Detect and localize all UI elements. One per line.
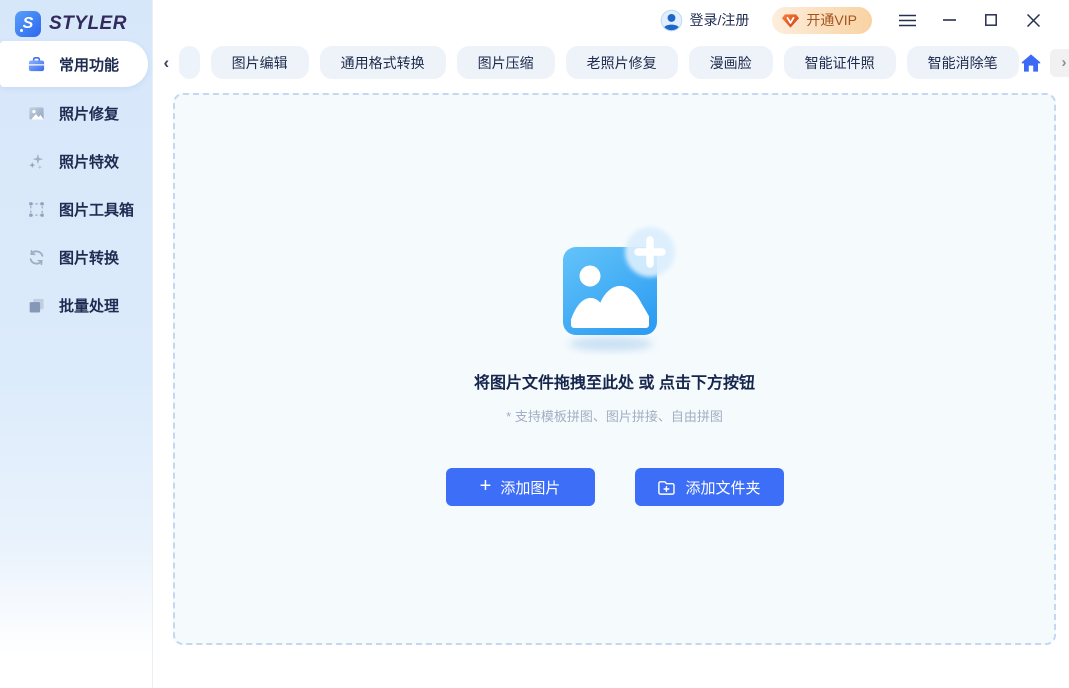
sidebar-item-image-convert[interactable]: 图片转换	[0, 233, 152, 281]
close-button[interactable]	[1012, 5, 1054, 35]
titlebar: 登录/注册 开通VIP	[153, 0, 1069, 40]
add-image-button[interactable]: + 添加图片	[446, 468, 595, 506]
feature-tabbar: ‹ 图片编辑 通用格式转换 图片压缩 老照片修复 漫画脸 智能证件照 智能消除笔…	[153, 40, 1069, 85]
app-logo: S STYLER	[0, 0, 152, 38]
tab-image-compress[interactable]: 图片压缩	[457, 46, 555, 79]
sidebar-item-label: 常用功能	[59, 54, 119, 75]
dropzone-buttons: + 添加图片 添加文件夹	[446, 468, 784, 506]
chevron-left-icon: ‹	[163, 53, 169, 73]
menu-button[interactable]	[886, 5, 928, 35]
content-area: 将图片文件拖拽至此处 或 点击下方按钮 * 支持模板拼图、图片拼接、自由拼图 +…	[153, 85, 1069, 688]
login-register[interactable]: 登录/注册	[660, 9, 750, 32]
add-folder-label: 添加文件夹	[685, 477, 760, 498]
minimize-button[interactable]	[928, 5, 970, 35]
batch-process-icon	[27, 296, 46, 315]
briefcase-icon	[27, 55, 46, 74]
tab-format-convert[interactable]: 通用格式转换	[320, 46, 446, 79]
sidebar-item-photo-repair[interactable]: 照片修复	[0, 89, 152, 137]
image-dropzone[interactable]: 将图片文件拖拽至此处 或 点击下方按钮 * 支持模板拼图、图片拼接、自由拼图 +…	[173, 93, 1056, 645]
plus-icon: +	[480, 476, 492, 496]
home-button[interactable]	[1019, 48, 1043, 78]
tab-id-photo[interactable]: 智能证件照	[784, 46, 896, 79]
sidebar-item-photo-effects[interactable]: 照片特效	[0, 137, 152, 185]
add-image-label: 添加图片	[500, 477, 560, 498]
image-toolbox-icon	[27, 200, 46, 219]
sidebar-item-label: 照片修复	[59, 103, 119, 124]
tabs-scroll-left-button[interactable]: ‹	[159, 51, 174, 75]
add-image-illustration-icon	[549, 223, 681, 355]
sidebar-nav: 常用功能 照片修复	[0, 41, 152, 329]
open-vip-button[interactable]: 开通VIP	[772, 7, 872, 34]
tab-old-photo-repair[interactable]: 老照片修复	[566, 46, 678, 79]
sidebar-item-label: 图片转换	[59, 247, 119, 268]
login-label: 登录/注册	[690, 10, 750, 30]
sidebar-item-image-toolbox[interactable]: 图片工具箱	[0, 185, 152, 233]
vip-gem-icon	[781, 11, 800, 30]
close-icon	[1027, 14, 1040, 27]
maximize-icon	[985, 14, 997, 26]
tab-partial-clipped[interactable]	[179, 46, 200, 79]
window-controls	[886, 5, 1054, 35]
sidebar-item-common-functions[interactable]: 常用功能	[0, 41, 148, 87]
logo-icon: S	[15, 11, 41, 37]
photo-effects-icon	[27, 152, 46, 171]
app-title: STYLER	[49, 13, 127, 35]
sidebar-item-label: 批量处理	[59, 295, 119, 316]
main-area: 登录/注册 开通VIP	[152, 0, 1069, 688]
minimize-icon	[943, 19, 956, 21]
app-window: S STYLER 常用功能	[0, 0, 1069, 688]
tabs-scroll-right-button[interactable]: ›	[1050, 49, 1069, 77]
hamburger-icon	[899, 14, 916, 27]
folder-plus-icon	[657, 479, 676, 496]
dropzone-title: 将图片文件拖拽至此处 或 点击下方按钮	[474, 369, 755, 393]
dropzone-subtitle: * 支持模板拼图、图片拼接、自由拼图	[506, 406, 723, 425]
image-convert-icon	[27, 248, 46, 267]
sidebar: S STYLER 常用功能	[0, 0, 152, 688]
sidebar-item-batch-process[interactable]: 批量处理	[0, 281, 152, 329]
maximize-button[interactable]	[970, 5, 1012, 35]
avatar-icon	[660, 9, 683, 32]
sidebar-item-label: 照片特效	[59, 151, 119, 172]
vip-label: 开通VIP	[806, 10, 857, 30]
home-icon	[1019, 51, 1043, 75]
tab-cartoon-face[interactable]: 漫画脸	[689, 46, 773, 79]
add-folder-button[interactable]: 添加文件夹	[635, 468, 784, 506]
photo-repair-icon	[27, 104, 46, 123]
chevron-right-icon: ›	[1062, 54, 1067, 71]
tab-image-edit[interactable]: 图片编辑	[211, 46, 309, 79]
sidebar-item-label: 图片工具箱	[59, 199, 134, 220]
tab-smart-eraser[interactable]: 智能消除笔	[907, 46, 1019, 79]
